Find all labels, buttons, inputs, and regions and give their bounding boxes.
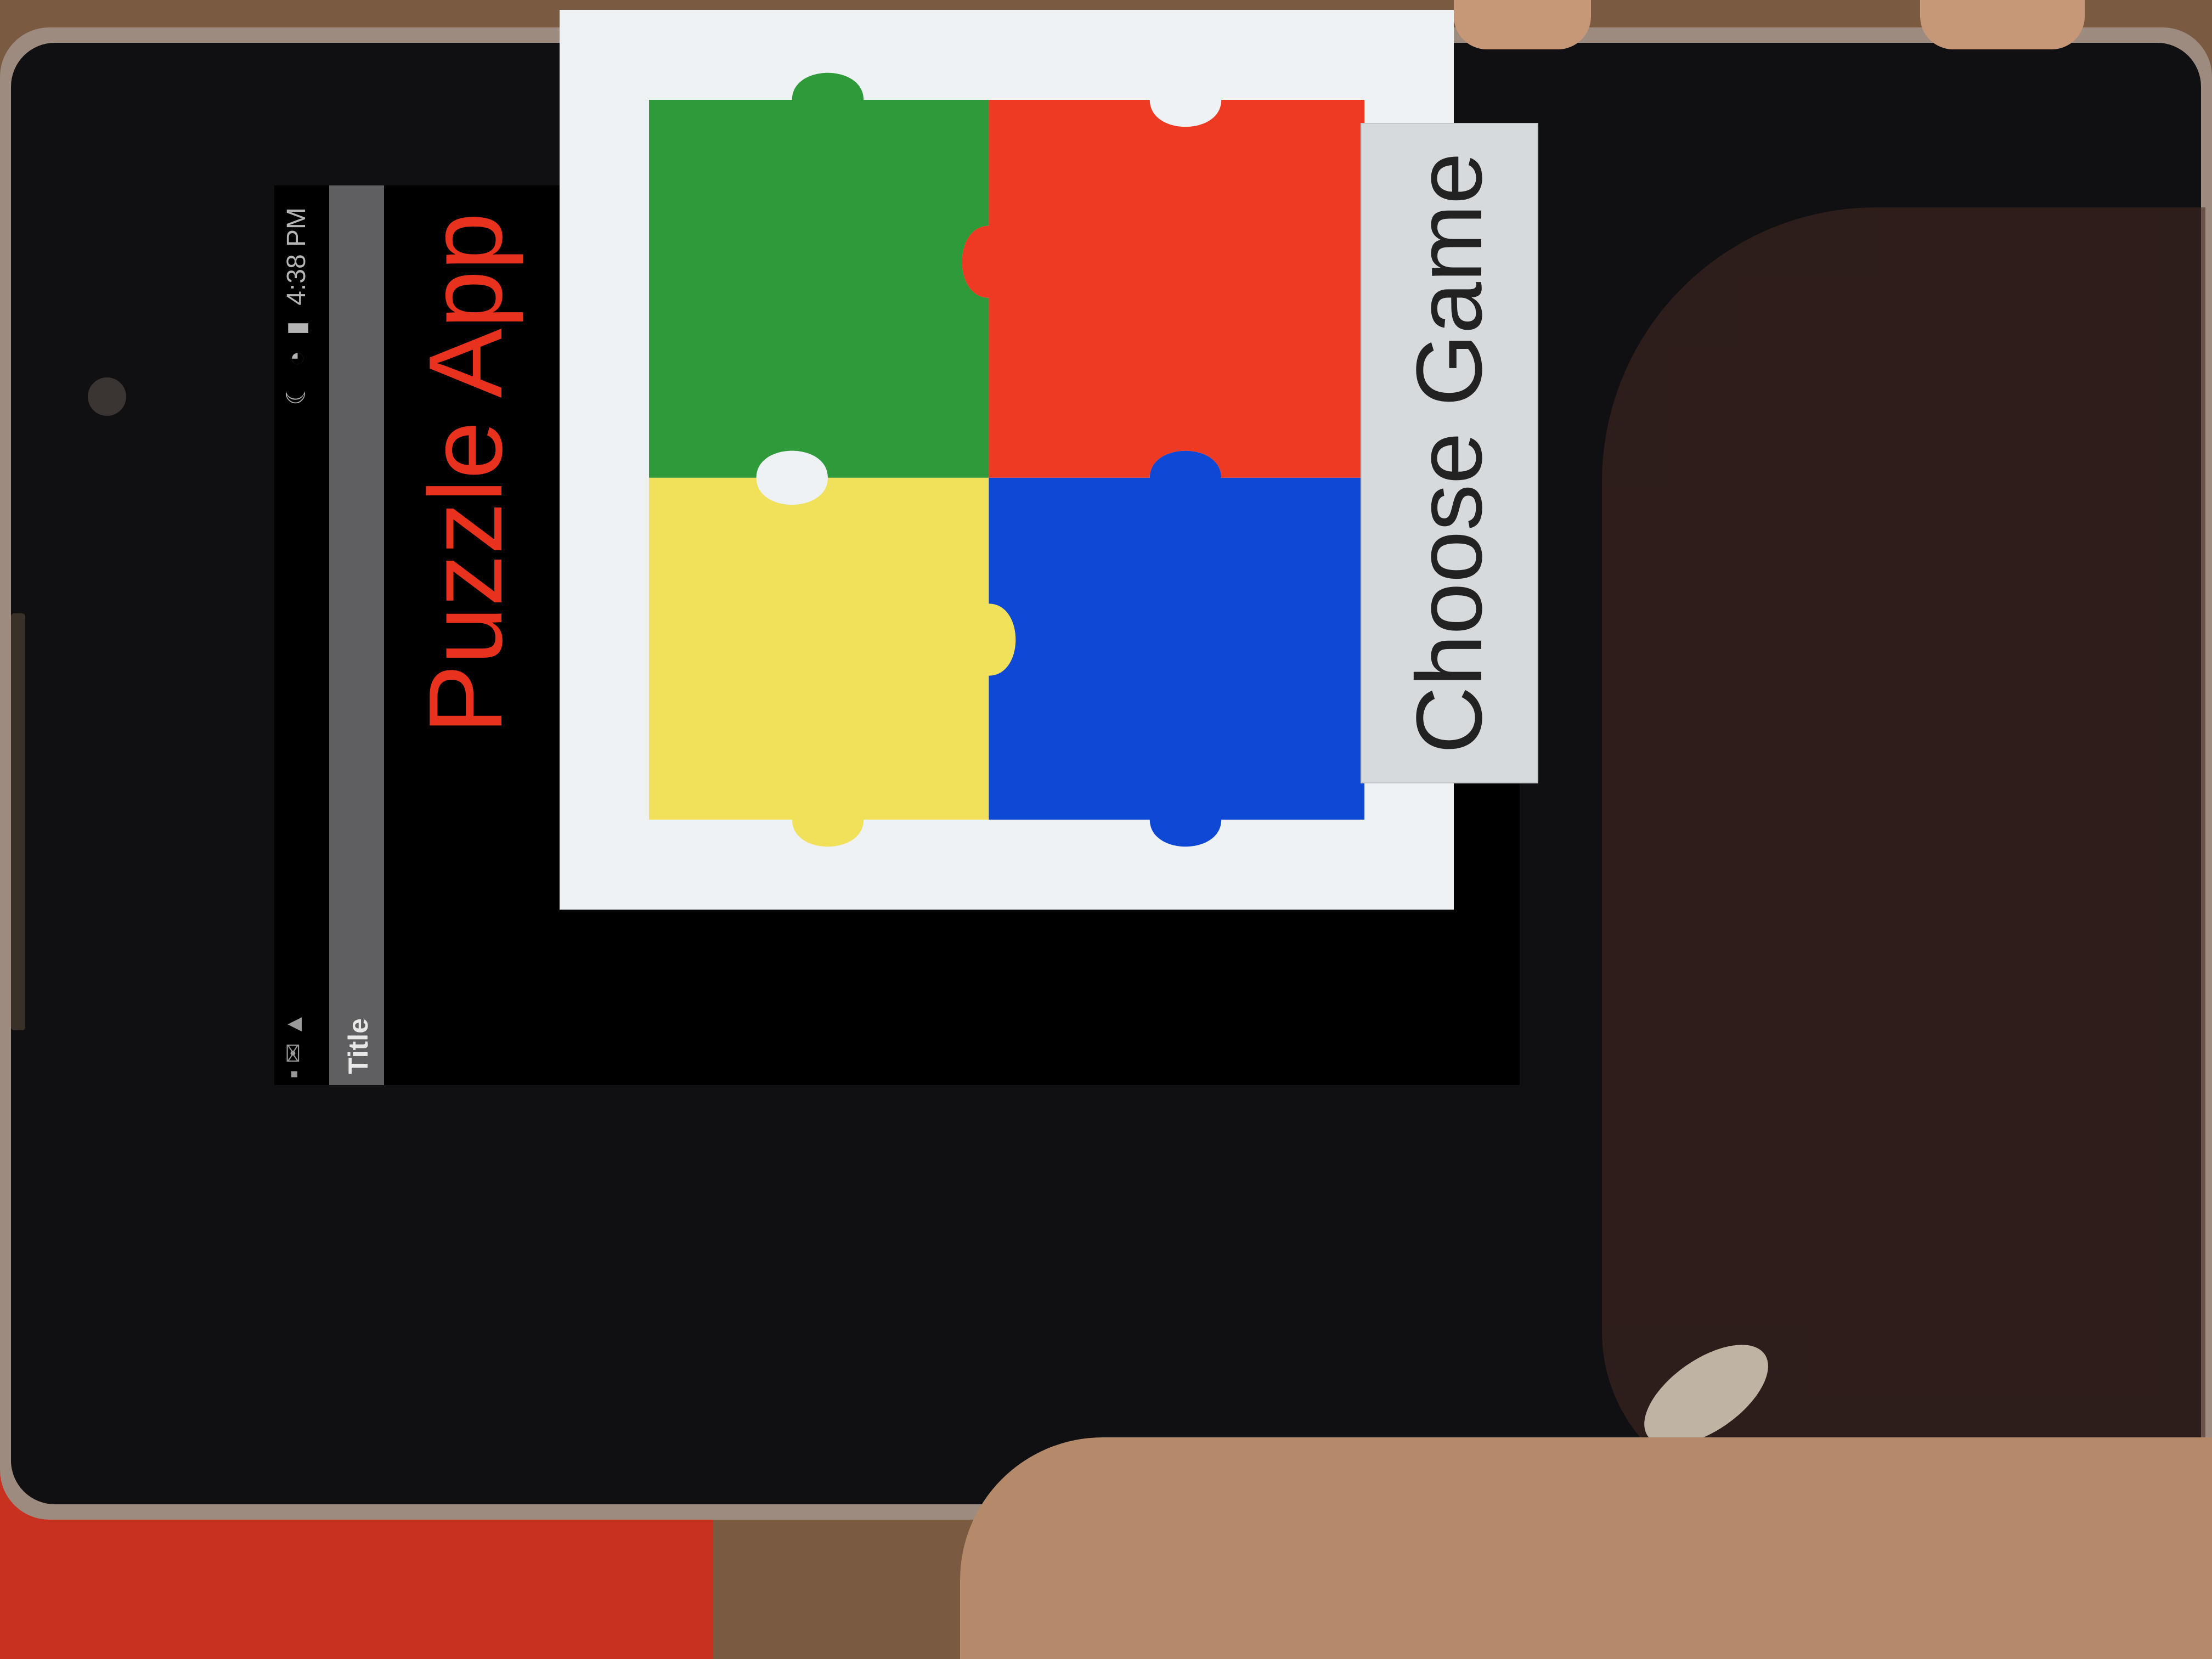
moon-icon: ☾ bbox=[282, 382, 311, 406]
action-bar: Title bbox=[329, 185, 384, 1085]
status-right-icons: ☾ ◔ ▮ 4:38 PM bbox=[281, 207, 312, 405]
front-camera bbox=[88, 377, 126, 416]
yellow-piece bbox=[649, 477, 1016, 847]
notification-icon: ▪ bbox=[280, 1070, 307, 1079]
screen-reflection bbox=[1602, 207, 2205, 1497]
alert-icon: ▲ bbox=[280, 1012, 307, 1037]
choose-game-button[interactable]: Choose Game bbox=[1361, 123, 1538, 783]
tablet-device: ▪ ✉ ▲ ☾ ◔ ▮ 4:38 PM Title Puzzle App Cho… bbox=[0, 10, 2212, 1520]
action-bar-title: Title bbox=[343, 1018, 374, 1074]
wifi-icon: ◔ bbox=[281, 351, 311, 367]
puzzle-image bbox=[560, 10, 1454, 910]
status-left-icons: ▪ ✉ ▲ bbox=[280, 1012, 308, 1079]
red-piece bbox=[962, 100, 1391, 478]
blue-piece bbox=[989, 450, 1364, 847]
page-title: Puzzle App bbox=[408, 212, 524, 734]
holding-hand bbox=[960, 1437, 2212, 1659]
finger-top-left bbox=[1454, 0, 1591, 49]
battery-icon: ▮ bbox=[282, 320, 311, 336]
app-screen: ▪ ✉ ▲ ☾ ◔ ▮ 4:38 PM Title Puzzle App Cho… bbox=[274, 10, 1538, 1085]
finger-top-right bbox=[1920, 0, 2085, 49]
puzzle-graphic bbox=[649, 72, 1391, 847]
mail-icon: ✉ bbox=[280, 1043, 307, 1064]
status-time: 4:38 PM bbox=[281, 207, 311, 306]
screen-area: ▪ ✉ ▲ ☾ ◔ ▮ 4:38 PM Title Puzzle App Cho… bbox=[274, 10, 1538, 1085]
status-bar: ▪ ✉ ▲ ☾ ◔ ▮ 4:38 PM bbox=[274, 185, 324, 1085]
side-speaker bbox=[11, 613, 25, 1030]
tablet-bezel: ▪ ✉ ▲ ☾ ◔ ▮ 4:38 PM Title Puzzle App Cho… bbox=[11, 10, 2205, 1504]
green-piece bbox=[649, 72, 989, 478]
